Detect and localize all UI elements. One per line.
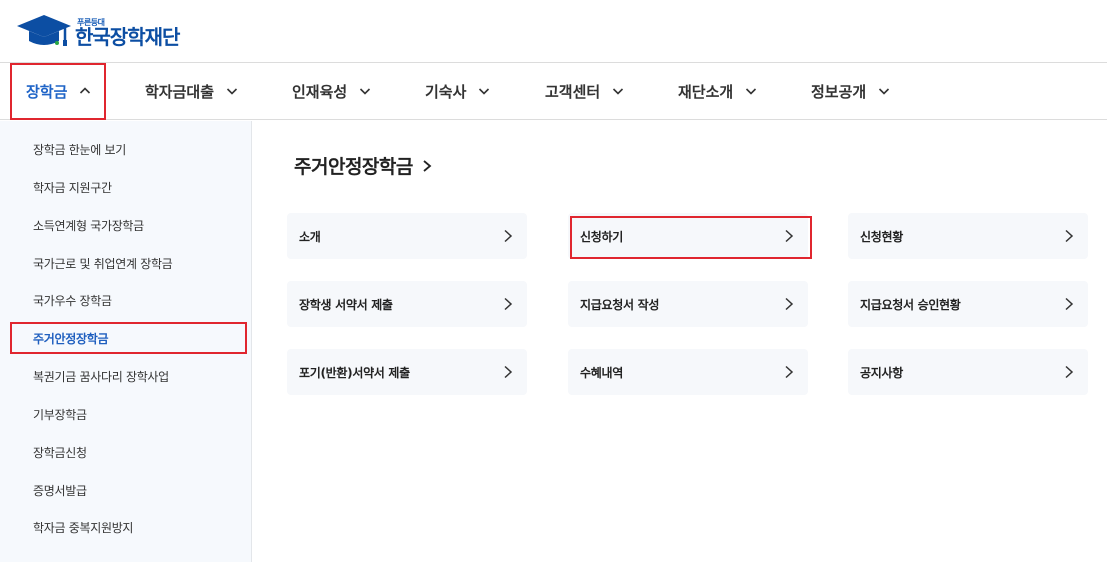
chevron-down-icon: [478, 85, 490, 97]
page-title-text: 주거안정장학금: [294, 156, 413, 178]
menu-card-label: 지급요청서 승인현황: [860, 297, 961, 312]
chevron-right-icon: [421, 159, 433, 173]
gnb-item-disclosure[interactable]: 정보공개: [811, 63, 890, 119]
menu-card-label: 수혜내역: [580, 365, 623, 380]
logo-title: 한국장학재단: [75, 25, 180, 49]
menu-card[interactable]: 공지사항: [848, 349, 1088, 395]
chevron-right-icon: [503, 297, 513, 311]
gnb-item-label: 정보공개: [811, 82, 867, 101]
sidebar-item[interactable]: 장학금 한눈에 보기: [33, 141, 126, 158]
gnb-item-dormitory[interactable]: 기숙사: [425, 63, 490, 119]
sidebar-item[interactable]: 학자금 중복지원방지: [33, 519, 133, 536]
menu-card[interactable]: 수혜내역: [568, 349, 808, 395]
sidebar-item[interactable]: 학자금 지원구간: [33, 179, 112, 196]
sidebar-item[interactable]: 장학금신청: [33, 444, 87, 461]
chevron-down-icon: [226, 85, 238, 97]
gnb-item-customer-center[interactable]: 고객센터: [545, 63, 624, 119]
gnb-item-student-loan[interactable]: 학자금대출: [145, 63, 238, 119]
chevron-down-icon: [878, 85, 890, 97]
menu-card[interactable]: 소개: [287, 213, 527, 259]
menu-card-label: 장학생 서약서 제출: [299, 297, 393, 312]
card-highlight-box: [570, 216, 812, 259]
menu-card[interactable]: 지급요청서 승인현황: [848, 281, 1088, 327]
site-header: 푸른등대 한국장학재단: [0, 0, 1107, 62]
gnb-item-about[interactable]: 재단소개: [678, 63, 757, 119]
chevron-down-icon: [745, 85, 757, 97]
chevron-right-icon: [503, 365, 513, 379]
site-logo[interactable]: 푸른등대 한국장학재단: [15, 12, 180, 49]
main-navigation: 장학금 학자금대출 인재육성 기숙사 고객센터 재단소개 정보공개: [0, 62, 1107, 120]
gnb-item-label: 학자금대출: [145, 82, 215, 101]
menu-card[interactable]: 장학생 서약서 제출: [287, 281, 527, 327]
logo-subtitle: 푸른등대: [77, 18, 105, 27]
menu-card[interactable]: 신청현황: [848, 213, 1088, 259]
chevron-down-icon: [359, 85, 371, 97]
sidebar-item[interactable]: 국가근로 및 취업연계 장학금: [33, 255, 173, 272]
sidebar-item[interactable]: 기부장학금: [33, 406, 87, 423]
page-title: 주거안정장학금: [294, 152, 433, 179]
graduation-cap-icon: [17, 15, 71, 46]
sidebar-item[interactable]: 복권기금 꿈사다리 장학사업: [33, 368, 169, 385]
sidebar-item[interactable]: 소득연계형 국가장학금: [33, 217, 144, 234]
logo-text: 푸른등대 한국장학재단: [75, 18, 180, 49]
gnb-item-label: 기숙사: [425, 82, 467, 101]
chevron-right-icon: [1064, 229, 1074, 243]
gnb-highlight-box: [10, 63, 106, 120]
chevron-right-icon: [1064, 365, 1074, 379]
menu-card-label: 소개: [299, 229, 321, 244]
gnb-item-label: 인재육성: [292, 82, 348, 101]
gnb-item-label: 고객센터: [545, 82, 601, 101]
gnb-item-label: 재단소개: [678, 82, 734, 101]
sidebar-item[interactable]: 국가우수 장학금: [33, 292, 112, 309]
chevron-right-icon: [503, 229, 513, 243]
menu-card[interactable]: 지급요청서 작성: [568, 281, 808, 327]
gnb-item-talent[interactable]: 인재육성: [292, 63, 371, 119]
sidebar-item[interactable]: 증명서발급: [33, 482, 87, 499]
sidebar-menu: 장학금 한눈에 보기 학자금 지원구간 소득연계형 국가장학금 국가근로 및 취…: [0, 121, 252, 562]
chevron-right-icon: [784, 365, 794, 379]
menu-card-label: 공지사항: [860, 365, 903, 380]
menu-card[interactable]: 포기(반환)서약서 제출: [287, 349, 527, 395]
menu-card-label: 포기(반환)서약서 제출: [299, 365, 410, 380]
menu-card-label: 신청현황: [860, 229, 903, 244]
menu-card-label: 지급요청서 작성: [580, 297, 660, 312]
chevron-down-icon: [612, 85, 624, 97]
chevron-right-icon: [1064, 297, 1074, 311]
chevron-right-icon: [784, 297, 794, 311]
sidebar-highlight-box: [10, 322, 247, 354]
